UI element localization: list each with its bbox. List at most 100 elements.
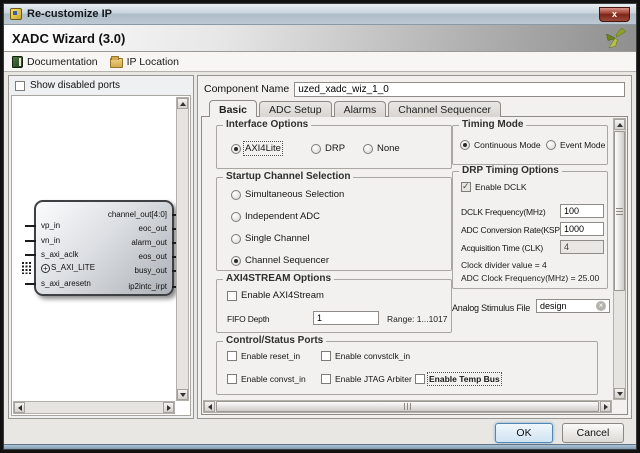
port-eoc-out: eoc_out <box>138 224 184 233</box>
content-hscroll-thumb[interactable] <box>216 401 599 412</box>
tab-alarms[interactable]: Alarms <box>333 101 387 117</box>
radio-icon <box>311 143 321 154</box>
checkbox-icon <box>227 351 237 361</box>
radio-drp-label: DRP <box>325 143 346 154</box>
timing-mode-title: Timing Mode <box>459 119 527 130</box>
content-scroll-left-button[interactable] <box>204 401 215 412</box>
xilinx-logo-icon <box>606 27 627 48</box>
group-axi4stream-options: AXI4STREAM Options Enable AXI4Stream FIF… <box>216 273 452 333</box>
up-arrow-icon <box>179 101 186 106</box>
checkbox-icon <box>461 181 471 192</box>
tab-basic[interactable]: Basic <box>209 100 258 117</box>
port-vp-in: vp_in <box>24 221 61 230</box>
clock-divider-text: Clock divider value = 4 <box>461 260 547 270</box>
left-arrow-icon <box>17 404 22 411</box>
port-s-axi-lite-label: S_AXI_LITE <box>51 263 96 272</box>
tab-channel-sequencer[interactable]: Channel Sequencer <box>388 101 502 117</box>
documentation-label: Documentation <box>27 55 98 68</box>
port-s-axi-aresetn: s_axi_aresetn <box>25 279 91 288</box>
recustomize-ip-dialog: Re-customize IP x XADC Wizard (3.0) Docu… <box>3 3 637 450</box>
acquisition-time-input <box>560 240 604 254</box>
enable-reset-in-label: Enable reset_in <box>241 351 301 361</box>
radio-independent-adc[interactable]: Independent ADC <box>231 211 320 222</box>
enable-dclk-label: Enable DCLK <box>475 182 527 192</box>
checkbox-enable-convstclk-in[interactable]: Enable convstclk_in <box>321 351 410 361</box>
show-disabled-ports-row: Show disabled ports <box>9 76 193 95</box>
ip-symbol-panel: Show disabled ports vp_in vn_in s_axi_ac… <box>8 75 194 419</box>
content-vscroll-thumb[interactable] <box>614 131 625 291</box>
radio-drp[interactable]: DRP <box>311 143 345 154</box>
content-horizontal-scrollbar[interactable] <box>203 400 612 413</box>
cancel-button[interactable]: Cancel <box>562 423 624 443</box>
fifo-depth-input[interactable] <box>313 311 379 325</box>
port-s-axi-lite: + S_AXI_LITE <box>22 262 96 274</box>
left-scroll-down-button[interactable] <box>177 389 188 400</box>
component-name-input[interactable] <box>294 81 625 97</box>
content-vertical-scrollbar[interactable] <box>613 118 626 400</box>
radio-continuous-mode[interactable]: Continuous Mode <box>460 140 541 150</box>
content-scroll-down-button[interactable] <box>614 388 625 399</box>
clear-icon[interactable]: × <box>596 301 606 311</box>
close-button[interactable]: x <box>599 6 630 22</box>
left-vertical-scrollbar[interactable] <box>176 97 189 401</box>
radio-icon <box>363 143 373 154</box>
event-mode-label: Event Mode <box>560 140 606 150</box>
left-arrow-icon <box>207 403 212 410</box>
radio-channel-sequencer[interactable]: Channel Sequencer <box>231 255 329 266</box>
component-name-label: Component Name <box>204 83 290 95</box>
radio-icon <box>231 255 241 266</box>
port-vn-in: vn_in <box>24 236 61 245</box>
content-scroll-right-button[interactable] <box>600 401 611 412</box>
checkbox-enable-temp-bus[interactable]: Enable Temp Bus <box>415 372 502 386</box>
radio-axi4lite[interactable]: AXI4Lite <box>231 141 283 156</box>
titlebar[interactable]: Re-customize IP x <box>4 4 636 25</box>
checkbox-icon <box>227 290 237 301</box>
main-area: Show disabled ports vp_in vn_in s_axi_ac… <box>4 72 636 421</box>
checkbox-enable-axi4stream[interactable]: Enable AXI4Stream <box>227 290 324 301</box>
checkbox-enable-dclk[interactable]: Enable DCLK <box>461 181 527 192</box>
left-horizontal-scrollbar[interactable] <box>13 401 175 414</box>
adc-conversion-rate-input[interactable] <box>560 222 604 236</box>
startup-channel-selection-title: Startup Channel Selection <box>223 171 354 182</box>
down-arrow-icon <box>616 391 623 396</box>
left-scroll-right-button[interactable] <box>163 402 174 413</box>
ip-diagram-canvas[interactable]: vp_in vn_in s_axi_aclk + S_AXI_LITE s_ax… <box>11 95 191 416</box>
right-arrow-icon <box>603 403 608 410</box>
left-scroll-up-button[interactable] <box>177 98 188 109</box>
close-icon: x <box>611 8 617 19</box>
radio-none[interactable]: None <box>363 143 400 154</box>
radio-single-channel-label: Single Channel <box>245 233 310 244</box>
ok-button[interactable]: OK <box>495 423 553 443</box>
drp-timing-options-title: DRP Timing Options <box>459 165 562 176</box>
down-arrow-icon <box>179 392 186 397</box>
radio-event-mode[interactable]: Event Mode <box>546 140 605 150</box>
tab-adc-setup[interactable]: ADC Setup <box>259 101 332 117</box>
app-icon <box>10 8 22 20</box>
group-control-status-ports: Control/Status Ports Enable reset_in Ena… <box>216 335 598 395</box>
port-channel-out: channel_out[4:0] <box>107 210 184 219</box>
expand-plus-icon[interactable]: + <box>41 264 50 273</box>
checkbox-enable-convst-in[interactable]: Enable convst_in <box>227 374 306 384</box>
radio-single-channel[interactable]: Single Channel <box>231 233 309 244</box>
radio-simultaneous-selection[interactable]: Simultaneous Selection <box>231 189 344 200</box>
checkbox-enable-jtag-arbiter[interactable]: Enable JTAG Arbiter <box>321 374 412 384</box>
basic-tab-content: Interface Options AXI4Lite DRP None Star… <box>201 116 628 415</box>
radio-channel-sequencer-label: Channel Sequencer <box>245 255 329 266</box>
group-interface-options: Interface Options AXI4Lite DRP None <box>216 119 452 169</box>
thumb-grip <box>616 207 623 215</box>
left-scroll-left-button[interactable] <box>14 402 25 413</box>
show-disabled-ports-checkbox[interactable] <box>15 80 25 91</box>
tab-bar: Basic ADC Setup Alarms Channel Sequencer <box>201 98 628 117</box>
component-name-row: Component Name <box>201 80 628 98</box>
port-s-axi-aclk: s_axi_aclk <box>24 250 79 259</box>
fifo-depth-range: Range: 1...1017 <box>387 314 448 324</box>
checkbox-enable-reset-in[interactable]: Enable reset_in <box>227 351 300 361</box>
wizard-header: XADC Wizard (3.0) <box>4 25 636 52</box>
port-ip2intc-irpt: ip2intc_irpt <box>128 282 183 291</box>
dclk-frequency-input[interactable] <box>560 204 604 218</box>
documentation-button[interactable]: Documentation <box>12 55 98 68</box>
content-scroll-up-button[interactable] <box>614 119 625 130</box>
ip-location-button[interactable]: IP Location <box>109 55 179 68</box>
thumb-grip <box>404 403 411 410</box>
radio-axi4lite-label: AXI4Lite <box>243 141 283 156</box>
